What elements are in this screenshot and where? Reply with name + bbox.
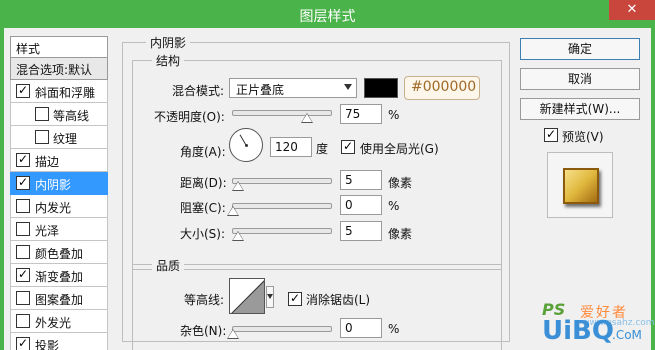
close-button[interactable]: ✕ (609, 0, 655, 20)
style-item[interactable]: 等高线 (10, 103, 108, 126)
style-item-checkbox[interactable] (16, 245, 30, 259)
noise-slider[interactable] (232, 326, 332, 332)
style-preview (547, 152, 613, 218)
choke-slider-thumb[interactable] (227, 206, 239, 216)
choke-input[interactable]: 0 (340, 195, 382, 215)
distance-input[interactable]: 5 (340, 170, 382, 190)
contour-label: 等高线: (184, 293, 225, 307)
angle-label: 角度(A): (180, 145, 226, 159)
style-item-label: 描边 (35, 155, 60, 169)
style-item-label: 纹理 (53, 132, 78, 146)
style-list: 样式 混合选项:默认 斜面和浮雕等高线纹理描边内阴影内发光光泽颜色叠加渐变叠加图… (10, 36, 108, 350)
style-item-label: 内阴影 (35, 178, 72, 192)
style-item-checkbox[interactable] (16, 152, 30, 167)
distance-label: 距离(D): (180, 176, 227, 190)
angle-dial[interactable] (229, 128, 263, 162)
angle-input[interactable]: 120 (270, 137, 312, 157)
noise-unit: % (388, 322, 400, 336)
blend-mode-select[interactable]: 正片叠底 (229, 78, 357, 98)
style-item-label: 等高线 (53, 109, 90, 123)
style-item-checkbox[interactable] (16, 222, 30, 236)
angle-center-dot (245, 144, 248, 147)
style-item-label: 图案叠加 (35, 293, 84, 307)
shadow-color-swatch[interactable] (364, 78, 398, 98)
style-item-checkbox[interactable] (35, 130, 49, 144)
style-item[interactable]: 描边 (10, 149, 108, 172)
size-unit: 像素 (388, 227, 413, 241)
style-item[interactable]: 内阴影 (10, 172, 108, 195)
global-light-label: 使用全局光(G) (360, 142, 439, 156)
distance-unit: 像素 (388, 176, 413, 190)
anti-alias-label: 消除锯齿(L) (306, 293, 371, 307)
opacity-slider[interactable] (232, 110, 332, 116)
style-item-label: 内发光 (35, 201, 72, 215)
title-bar: 图层样式 ✕ (0, 0, 655, 28)
structure-title: 结构 (152, 52, 185, 69)
style-item-label: 斜面和浮雕 (35, 86, 96, 100)
style-item-label: 颜色叠加 (35, 247, 84, 261)
style-item-label: 渐变叠加 (35, 270, 84, 284)
style-item-checkbox[interactable] (16, 83, 30, 98)
global-light-checkbox[interactable] (341, 139, 355, 154)
style-item-label: 光泽 (35, 224, 60, 238)
blend-mode-label: 混合模式: (172, 84, 225, 98)
style-item[interactable]: 斜面和浮雕 (10, 80, 108, 103)
watermark-logo: PS 爱好者 www.psahz.com UiBQ .CoM (542, 296, 655, 346)
blending-options-item[interactable]: 混合选项:默认 (10, 58, 108, 80)
preview-swatch (563, 168, 599, 204)
size-slider-thumb[interactable] (232, 231, 244, 241)
new-style-button[interactable]: 新建样式(W)... (520, 98, 640, 120)
style-item-checkbox[interactable] (16, 175, 30, 190)
choke-unit: % (388, 199, 400, 213)
style-item[interactable]: 投影 (10, 333, 108, 350)
size-slider[interactable] (232, 228, 332, 234)
noise-input[interactable]: 0 (340, 318, 382, 338)
style-item[interactable]: 纹理 (10, 126, 108, 149)
style-item-label: 投影 (35, 339, 60, 350)
choke-label: 阻塞(C): (180, 201, 226, 215)
style-item-checkbox[interactable] (16, 199, 30, 213)
contour-dropdown-arrow[interactable] (266, 286, 274, 308)
style-item-checkbox[interactable] (16, 314, 30, 328)
style-item-checkbox[interactable] (35, 107, 49, 121)
distance-slider[interactable] (232, 178, 332, 184)
noise-slider-thumb[interactable] (227, 329, 239, 339)
chevron-down-icon (344, 84, 352, 90)
angle-unit: 度 (316, 142, 329, 156)
window-title: 图层样式 (299, 9, 356, 25)
size-input[interactable]: 5 (340, 221, 382, 241)
style-item-label: 外发光 (35, 316, 72, 330)
cancel-button[interactable]: 取消 (520, 68, 640, 90)
contour-curve-icon (231, 280, 264, 313)
style-item-checkbox[interactable] (16, 267, 30, 282)
contour-picker[interactable] (229, 278, 265, 314)
opacity-input[interactable]: 75 (340, 104, 382, 124)
style-item[interactable]: 颜色叠加 (10, 241, 108, 264)
style-item[interactable]: 图案叠加 (10, 287, 108, 310)
blend-mode-value: 正片叠底 (236, 83, 285, 97)
ok-button[interactable]: 确定 (520, 38, 640, 60)
size-label: 大小(S): (180, 227, 226, 241)
style-item-checkbox[interactable] (16, 336, 30, 350)
style-item[interactable]: 光泽 (10, 218, 108, 241)
style-item[interactable]: 外发光 (10, 310, 108, 333)
quality-title: 品质 (152, 257, 185, 274)
color-hex-label: #000000 (404, 76, 480, 100)
preview-checkbox[interactable] (544, 127, 558, 142)
opacity-slider-thumb[interactable] (301, 113, 313, 123)
opacity-label: 不透明度(O): (154, 110, 225, 124)
noise-label: 杂色(N): (180, 324, 227, 338)
preview-label: 预览(V) (562, 130, 604, 144)
watermark-brand: UiBQ (542, 316, 614, 346)
opacity-unit: % (388, 108, 400, 122)
style-item[interactable]: 渐变叠加 (10, 264, 108, 287)
watermark-com: .CoM (612, 328, 642, 342)
anti-alias-checkbox[interactable] (288, 291, 302, 306)
style-item[interactable]: 内发光 (10, 195, 108, 218)
inner-shadow-title: 内阴影 (146, 34, 191, 51)
style-item-checkbox[interactable] (16, 291, 30, 305)
choke-slider[interactable] (232, 203, 332, 209)
distance-slider-thumb[interactable] (232, 181, 244, 191)
styles-header[interactable]: 样式 (10, 36, 108, 58)
